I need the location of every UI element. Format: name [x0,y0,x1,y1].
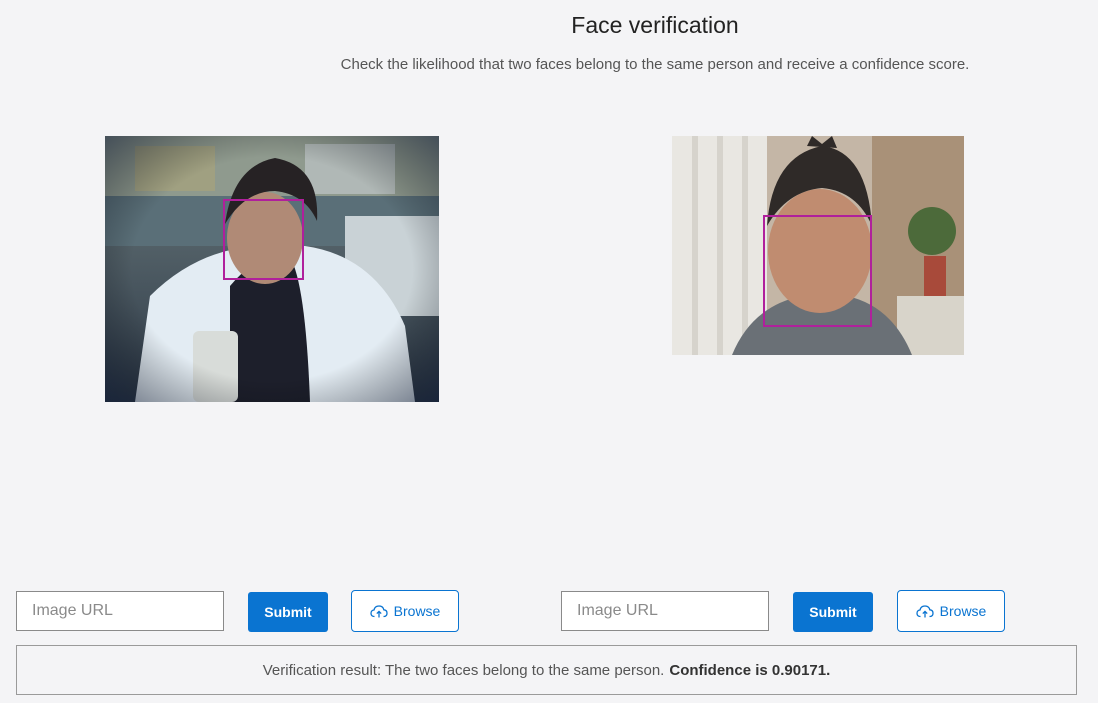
page-title: Face verification [571,12,739,38]
right-browse-label: Browse [939,603,987,619]
left-submit-button[interactable]: Submit [248,592,328,632]
right-face-detection-box [763,215,872,327]
right-browse-button[interactable]: Browse [897,590,1005,632]
left-browse-button[interactable]: Browse [351,590,459,632]
confidence-score: Confidence is 0.90171. [669,661,831,679]
verification-result-panel: Verification result: The two faces belon… [16,645,1077,695]
left-face-image [105,136,439,402]
left-face-detection-box [223,199,304,280]
left-image-url-input[interactable] [16,591,224,631]
upload-cloud-icon [916,605,934,618]
right-image-url-input[interactable] [561,591,769,631]
left-browse-label: Browse [393,603,441,619]
right-submit-button[interactable]: Submit [793,592,873,632]
verification-result-text: Verification result: The two faces belon… [262,661,665,679]
upload-cloud-icon [370,605,388,618]
right-face-image [672,136,964,355]
page-subtitle: Check the likelihood that two faces belo… [340,56,970,73]
